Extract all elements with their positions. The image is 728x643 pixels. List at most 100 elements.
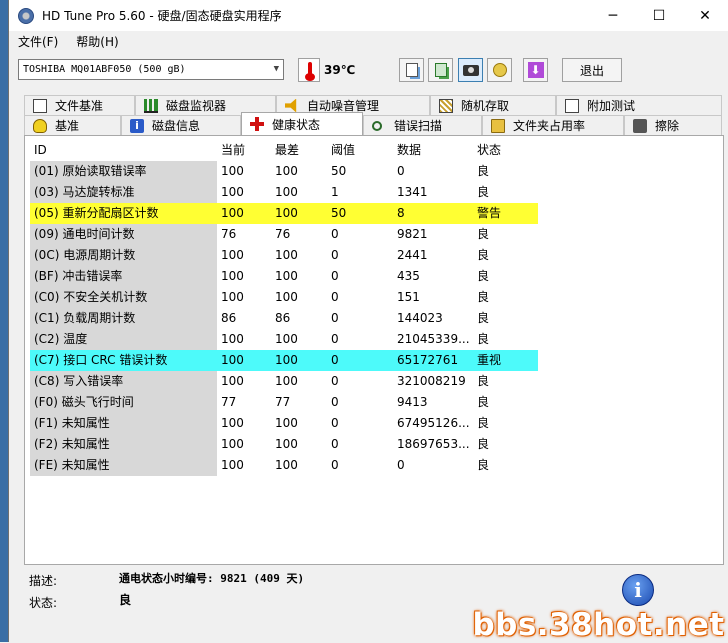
table-row[interactable]: (03) 马达旋转标准 100 100 1 1341 良 <box>30 182 538 203</box>
tab-error-scan[interactable]: 错误扫描 <box>363 115 482 135</box>
screenshot-button[interactable] <box>458 58 483 82</box>
attr-threshold-cell: 0 <box>331 332 339 346</box>
tab-health[interactable]: 健康状态 <box>241 112 363 135</box>
tab-folder-usage[interactable]: 文件夹占用率 <box>482 115 624 135</box>
attr-worst-cell: 100 <box>275 269 298 283</box>
table-row[interactable]: (FE) 未知属性 100 100 0 0 良 <box>30 455 538 476</box>
attr-current-cell: 100 <box>221 437 244 451</box>
watermark: bbs.38hot.net <box>472 606 725 643</box>
table-row[interactable]: (C1) 负载周期计数 86 86 0 144023 良 <box>30 308 538 329</box>
attr-id-cell: (F1) 未知属性 <box>30 413 217 434</box>
table-row[interactable]: (C0) 不安全关机计数 100 100 0 151 良 <box>30 287 538 308</box>
tab-extra-tests[interactable]: 附加测试 <box>556 95 722 115</box>
bar-chart-icon <box>144 98 158 113</box>
save-button[interactable]: ⬇ <box>523 58 548 82</box>
attr-current-cell: 100 <box>217 203 271 224</box>
attr-id-cell: (F2) 未知属性 <box>30 434 217 455</box>
chevron-down-icon: ▼ <box>273 64 279 74</box>
test-icon <box>565 98 579 113</box>
attr-worst-cell: 100 <box>275 437 298 451</box>
attr-worst-cell: 100 <box>271 350 327 371</box>
health-panel: ID 当前 最差 阈值 数据 状态 (01) 原始读取错误率 100 100 50 0 良… <box>24 135 724 565</box>
attr-id-cell: (0C) 电源周期计数 <box>30 245 217 266</box>
tab-erase[interactable]: 擦除 <box>624 115 722 135</box>
col-header-status[interactable]: 状态 <box>473 140 538 161</box>
attr-threshold-cell: 0 <box>331 374 339 388</box>
attr-status-cell: 良 <box>477 374 490 388</box>
attr-id-cell: (FE) 未知属性 <box>30 455 217 476</box>
col-header-worst[interactable]: 最差 <box>271 140 327 161</box>
tab-random-access[interactable]: 随机存取 <box>430 95 556 115</box>
attr-current-cell: 100 <box>217 350 271 371</box>
attr-threshold-cell: 0 <box>331 227 339 241</box>
attr-data-cell: 18697653... <box>397 437 470 451</box>
attr-worst-cell: 100 <box>275 164 298 178</box>
col-header-current[interactable]: 当前 <box>217 140 271 161</box>
col-header-threshold[interactable]: 阈值 <box>327 140 393 161</box>
tab-label: 磁盘监视器 <box>166 99 227 113</box>
copy-text-button[interactable] <box>399 58 424 82</box>
attr-worst-cell: 100 <box>275 290 298 304</box>
attr-status-cell: 良 <box>477 269 490 283</box>
table-row[interactable]: (BF) 冲击错误率 100 100 0 435 良 <box>30 266 538 287</box>
attr-id-cell: (01) 原始读取错误率 <box>30 161 217 182</box>
table-row[interactable]: (09) 通电时间计数 76 76 0 9821 良 <box>30 224 538 245</box>
options-button[interactable] <box>487 58 512 82</box>
attr-status-cell: 良 <box>477 395 490 409</box>
drive-select[interactable]: TOSHIBA MQ01ABF050 (500 gB) ▼ <box>18 59 284 80</box>
col-header-id[interactable]: ID <box>30 140 217 161</box>
status-value: 良 <box>119 593 132 607</box>
magnifier-icon <box>372 120 382 131</box>
close-button[interactable]: ✕ <box>682 0 728 31</box>
attr-current-cell: 100 <box>221 164 244 178</box>
menu-file[interactable]: 文件(F) <box>9 33 67 50</box>
attr-threshold-cell: 0 <box>331 290 339 304</box>
menu-help[interactable]: 帮助(H) <box>67 33 127 50</box>
table-row[interactable]: (F0) 磁头飞行时间 77 77 0 9413 良 <box>30 392 538 413</box>
attr-current-cell: 77 <box>221 395 237 409</box>
temperature-readout: 39℃ <box>324 63 356 77</box>
attr-data-cell: 9413 <box>397 395 428 409</box>
description-value: 通电状态小时编号: 9821 (409 天) <box>119 572 305 585</box>
maximize-button[interactable]: ☐ <box>636 0 682 31</box>
attr-data-cell: 8 <box>393 203 473 224</box>
attr-threshold-cell: 50 <box>327 203 393 224</box>
attr-current-cell: 100 <box>221 269 244 283</box>
attr-id-cell: (C7) 接口 CRC 错误计数 <box>30 350 217 371</box>
download-arrow-icon: ⬇ <box>527 62 544 78</box>
table-row[interactable]: (0C) 电源周期计数 100 100 0 2441 良 <box>30 245 538 266</box>
table-row[interactable]: (05) 重新分配扇区计数 100 100 50 8 警告 <box>30 203 538 224</box>
attr-id-cell: (BF) 冲击错误率 <box>30 266 217 287</box>
tab-disk-info[interactable]: i 磁盘信息 <box>121 115 241 135</box>
attr-status-cell: 良 <box>477 185 490 199</box>
attr-status-cell: 良 <box>477 311 490 325</box>
table-row[interactable]: (01) 原始读取错误率 100 100 50 0 良 <box>30 161 538 182</box>
attr-worst-cell: 100 <box>271 203 327 224</box>
attr-current-cell: 100 <box>221 416 244 430</box>
attr-current-cell: 86 <box>221 311 237 325</box>
tab-benchmark[interactable]: 基准 <box>24 115 121 135</box>
toolbar: TOSHIBA MQ01ABF050 (500 gB) ▼ 39℃ ⬇ 退出 <box>9 53 728 87</box>
table-row[interactable]: (F2) 未知属性 100 100 0 18697653... 良 <box>30 434 538 455</box>
attr-data-cell: 9821 <box>397 227 428 241</box>
random-grid-icon <box>439 98 453 113</box>
table-row[interactable]: (C8) 写入错误率 100 100 0 321008219 良 <box>30 371 538 392</box>
tab-file-benchmark[interactable]: 文件基准 <box>24 95 135 115</box>
tab-label: 错误扫描 <box>394 119 443 133</box>
table-row[interactable]: (F1) 未知属性 100 100 0 67495126... 良 <box>30 413 538 434</box>
attr-current-cell: 100 <box>221 248 244 262</box>
speaker-icon <box>285 98 297 113</box>
attr-id-cell: (09) 通电时间计数 <box>30 224 217 245</box>
hd-tune-app-icon <box>18 7 34 24</box>
info-button[interactable]: i <box>622 574 654 606</box>
col-header-data[interactable]: 数据 <box>393 140 473 161</box>
table-row[interactable]: (C2) 温度 100 100 0 21045339... 良 <box>30 329 538 350</box>
attr-worst-cell: 76 <box>275 227 291 241</box>
table-row[interactable]: (C7) 接口 CRC 错误计数 100 100 0 65172761 重视 <box>30 350 538 371</box>
attr-worst-cell: 100 <box>275 248 298 262</box>
minimize-button[interactable]: ─ <box>590 0 636 31</box>
menu-bar: 文件(F) 帮助(H) <box>9 31 728 51</box>
exit-button[interactable]: 退出 <box>562 58 622 82</box>
copy-all-button[interactable] <box>428 58 453 82</box>
copy-icon <box>405 63 418 77</box>
